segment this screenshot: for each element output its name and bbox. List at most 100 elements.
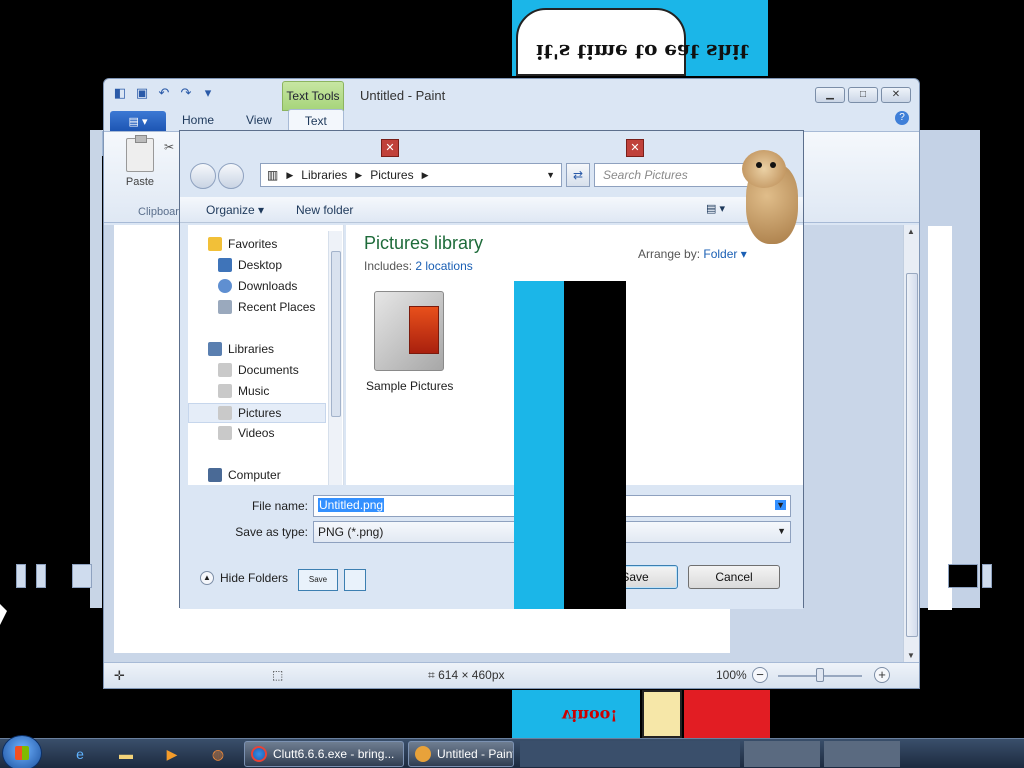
scrollbar-thumb[interactable] <box>331 251 341 417</box>
hide-folders-label: Hide Folders <box>220 571 289 585</box>
speech-bubble-text: it's time to eat shit <box>536 40 749 64</box>
taskbar: e ▬ ▶ ◍ Clutt6.6.6.exe - bring... Untitl… <box>0 735 1024 768</box>
taskbar-task-clutt[interactable]: Clutt6.6.6.exe - bring... <box>244 741 404 767</box>
dropdown-arrow-icon[interactable]: ▼ <box>777 526 786 536</box>
selection-size-icon: ⬚ <box>272 668 284 682</box>
breadcrumb-pictures[interactable]: Pictures <box>370 168 413 182</box>
tab-home[interactable]: Home <box>166 109 230 131</box>
breadcrumb-libraries[interactable]: Libraries <box>301 168 347 182</box>
dialog-close-icon[interactable]: ✕ <box>381 139 399 157</box>
paint-app-icon[interactable]: ◧ <box>112 85 128 101</box>
scroll-down-icon[interactable]: ▼ <box>907 651 915 660</box>
text-tools-context-tab: Text Tools <box>282 81 344 111</box>
change-view-icon[interactable]: ▤ ▾ <box>706 202 725 215</box>
organize-button[interactable]: Organize ▾ <box>206 203 264 217</box>
glitch-tray-area <box>520 741 740 767</box>
nav-downloads[interactable]: Downloads <box>218 279 297 293</box>
media-player-icon[interactable]: ▶ <box>152 742 192 766</box>
canvas-size-text: 614 × 460px <box>438 668 505 682</box>
zoom-in-button[interactable]: + <box>874 667 890 683</box>
new-folder-button[interactable]: New folder <box>296 203 353 217</box>
minimize-button[interactable]: ▁ <box>815 87 845 103</box>
save-type-value: PNG (*.png) <box>318 525 384 539</box>
save-icon[interactable]: ▣ <box>134 85 150 101</box>
help-icon[interactable]: ? <box>895 111 909 125</box>
nav-music[interactable]: Music <box>218 384 269 398</box>
paint-taskbar-icon[interactable]: ◍ <box>198 742 238 766</box>
nav-label: Downloads <box>238 279 298 293</box>
start-button[interactable] <box>2 735 42 768</box>
status-bar: ✛ ⬚ ⌗ 614 × 460px 100% − + <box>104 662 919 688</box>
nav-libraries[interactable]: Libraries <box>208 342 274 356</box>
taskbar-task-paint[interactable]: Untitled - Paint <box>408 741 514 767</box>
folder-label[interactable]: Sample Pictures <box>366 379 453 393</box>
nav-label: Favorites <box>228 237 278 251</box>
scrollbar-thumb[interactable] <box>906 273 918 637</box>
refresh-button[interactable]: ⇄ <box>566 163 590 187</box>
redo-icon[interactable]: ↷ <box>178 85 194 101</box>
scroll-up-icon[interactable]: ▲ <box>907 227 915 236</box>
nav-pictures[interactable]: Pictures <box>188 403 326 423</box>
save-as-dialog: ✕ ✕ ▥ ▶ Libraries ▶ Pictures ▶ ▼ ⇄ Searc… <box>179 130 804 609</box>
nav-label: Music <box>238 384 270 398</box>
customize-qat-icon[interactable]: ▾ <box>200 85 216 101</box>
cursor-position-icon: ✛ <box>114 668 125 683</box>
library-title: Pictures library <box>364 233 484 253</box>
libraries-icon <box>208 342 222 356</box>
paste-button[interactable]: Paste <box>120 135 160 188</box>
undo-icon[interactable]: ↶ <box>156 85 172 101</box>
address-dropdown-icon[interactable]: ▼ <box>546 170 555 180</box>
chrome-icon <box>251 746 267 762</box>
dialog-footer: ▲ Hide Folders Save Save Cancel <box>180 551 803 609</box>
ribbon-tabs: ▤ ▾ Home View Text <box>110 109 344 131</box>
nav-videos[interactable]: Videos <box>218 426 274 440</box>
navigation-scrollbar[interactable] <box>328 231 342 487</box>
dialog-close-icon-duplicate[interactable]: ✕ <box>626 139 644 157</box>
nav-documents[interactable]: Documents <box>218 363 299 377</box>
library-includes: Includes: 2 locations <box>364 259 473 273</box>
dialog-toolbar: Organize ▾ New folder ▤ ▾ <box>180 197 803 223</box>
dropdown-arrow-icon[interactable]: ▼ <box>775 500 786 510</box>
locations-link[interactable]: 2 locations <box>415 259 472 273</box>
nav-desktop[interactable]: Desktop <box>218 258 282 272</box>
notification-area <box>904 741 1024 767</box>
close-button[interactable]: ✕ <box>881 87 911 103</box>
cancel-button[interactable]: Cancel <box>688 565 780 589</box>
dialog-navigation-row: ▥ ▶ Libraries ▶ Pictures ▶ ▼ ⇄ Search Pi… <box>188 161 795 191</box>
folder-icon[interactable] <box>374 291 444 371</box>
back-button[interactable] <box>190 163 216 189</box>
organize-label: Organize <box>206 203 255 217</box>
chevron-up-icon: ▲ <box>200 571 214 585</box>
address-bar[interactable]: ▥ ▶ Libraries ▶ Pictures ▶ ▼ <box>260 163 562 187</box>
nav-recent-places[interactable]: Recent Places <box>218 300 315 314</box>
window-title: Untitled - Paint <box>360 88 446 103</box>
hamster-image <box>738 150 802 246</box>
navigation-pane: Favorites Desktop Downloads Recent Place… <box>188 225 344 485</box>
nav-computer[interactable]: Computer <box>208 468 281 482</box>
vertical-scrollbar[interactable]: ▲ ▼ <box>903 225 919 662</box>
bottom-art-yellow <box>642 690 682 738</box>
nav-favorites[interactable]: Favorites <box>208 237 277 251</box>
paint-titlebar: ◧ ▣ ↶ ↷ ▾ Text Tools Untitled - Paint ▁ … <box>104 79 919 111</box>
documents-icon <box>218 363 232 377</box>
internet-explorer-icon[interactable]: e <box>60 742 100 766</box>
maximize-button[interactable]: □ <box>848 87 878 103</box>
glitch-save-button[interactable]: Save <box>298 569 338 591</box>
arrange-by-dropdown[interactable]: Folder ▾ <box>703 247 746 261</box>
paint-menu-button[interactable]: ▤ ▾ <box>110 111 166 131</box>
glitch-button-fragment <box>344 569 366 591</box>
search-input[interactable]: Search Pictures <box>594 163 754 187</box>
breadcrumb-separator-icon: ▶ <box>355 169 363 180</box>
explorer-folder-icon[interactable]: ▬ <box>106 742 146 766</box>
forward-button[interactable] <box>218 163 244 189</box>
tray-fragment <box>744 741 820 767</box>
cut-icon[interactable]: ✂ <box>164 140 174 154</box>
tab-view[interactable]: View <box>230 109 288 131</box>
tab-text[interactable]: Text <box>287 109 344 131</box>
pictures-icon <box>218 406 232 420</box>
zoom-slider-thumb[interactable] <box>816 668 824 682</box>
zoom-out-button[interactable]: − <box>752 667 768 683</box>
glitch-fragment <box>948 564 978 588</box>
arrange-value: Folder <box>703 247 738 261</box>
hide-folders-button[interactable]: ▲ Hide Folders <box>200 571 288 585</box>
